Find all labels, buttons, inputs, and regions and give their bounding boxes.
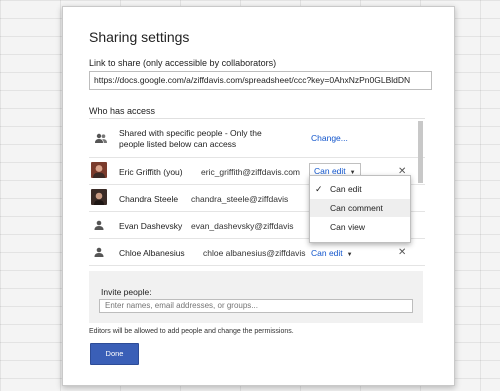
person-name: Chloe Albanesius [119, 248, 185, 258]
share-link-field[interactable] [89, 71, 432, 90]
caret-down-icon: ▼ [346, 252, 353, 258]
avatar [91, 162, 107, 178]
menu-item-label: Can comment [330, 203, 383, 213]
menu-item-can-comment[interactable]: Can comment [310, 199, 410, 217]
sharing-dialog: Sharing settings Link to share (only acc… [62, 6, 455, 386]
menu-item-can-view[interactable]: Can view [310, 218, 410, 236]
invite-people-input[interactable] [99, 299, 413, 313]
checkmark-icon: ✓ [315, 184, 323, 194]
done-button[interactable]: Done [90, 343, 139, 365]
person-icon [94, 247, 104, 257]
invite-section: Invite people: [89, 271, 423, 323]
editors-permission-note: Editors will be allowed to add people an… [89, 328, 294, 335]
person-email: chloe albanesius@ziffdavis [203, 248, 306, 258]
avatar [91, 189, 107, 205]
person-icon [94, 220, 104, 230]
remove-person-button[interactable]: ✕ [398, 247, 406, 258]
permission-label: Can edit [311, 248, 343, 258]
person-name: Eric Griffith (you) [119, 167, 183, 177]
permission-dropdown[interactable]: Can edit ▼ [311, 248, 353, 258]
permission-menu: ✓ Can edit Can comment Can view [309, 175, 411, 243]
visibility-row: Shared with specific people - Only the p… [89, 119, 425, 158]
person-name: Chandra Steele [119, 194, 179, 204]
person-email: evan_dashevsky@ziffdavis [191, 221, 294, 231]
link-share-label: Link to share (only accessible by collab… [89, 58, 277, 68]
group-people-icon [95, 133, 107, 143]
person-email: eric_griffith@ziffdavis.com [201, 167, 301, 177]
menu-item-can-edit[interactable]: ✓ Can edit [310, 180, 410, 198]
menu-item-label: Can edit [330, 184, 362, 194]
person-name: Evan Dashevsky [119, 221, 183, 231]
invite-people-label: Invite people: [101, 287, 152, 297]
visibility-description-line2: people listed below can access [119, 139, 237, 149]
dialog-title: Sharing settings [89, 29, 190, 45]
who-has-access-label: Who has access [89, 106, 156, 116]
scrollbar-thumb[interactable] [418, 121, 423, 183]
change-visibility-link[interactable]: Change... [311, 133, 348, 143]
visibility-description-line1: Shared with specific people - Only the [119, 128, 262, 138]
menu-item-label: Can view [330, 222, 365, 232]
person-email: chandra_steele@ziffdavis [191, 194, 289, 204]
